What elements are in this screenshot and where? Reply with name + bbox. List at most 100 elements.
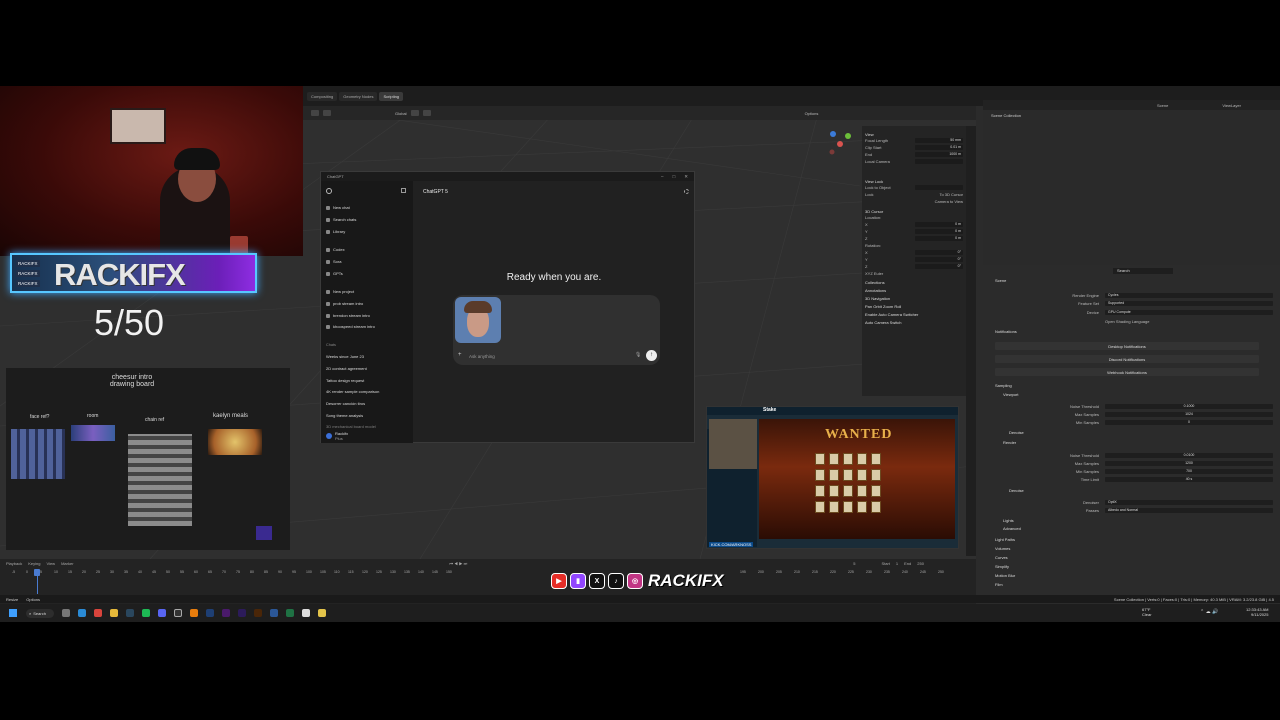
add-attachment-icon[interactable]: +: [458, 352, 462, 358]
maximize-icon[interactable]: □: [673, 174, 676, 180]
loc-z-field[interactable]: 0 m: [915, 236, 963, 241]
clip-end-field[interactable]: 1000 m: [915, 152, 963, 157]
weather-widget[interactable]: 67°F Clear: [1142, 607, 1152, 617]
start-field[interactable]: 1: [896, 561, 898, 566]
sidebar-toggle-icon[interactable]: [401, 188, 406, 193]
library-item[interactable]: Library: [326, 229, 345, 234]
chat-item-3[interactable]: Tattoo design request: [326, 378, 364, 383]
file-explorer-icon[interactable]: [110, 609, 118, 617]
pan-orbit-panel[interactable]: Pan Orbit Zoom Roll: [865, 304, 963, 309]
tab-compositing[interactable]: Compositing: [307, 91, 338, 101]
light-paths-section[interactable]: Light Paths: [995, 537, 1015, 543]
purple-figure-image[interactable]: [256, 526, 272, 540]
desktop-notifications-button[interactable]: Desktop Notifications: [995, 342, 1259, 350]
gpts-item[interactable]: GPTs: [326, 271, 343, 276]
loc-y-field[interactable]: 0 m: [915, 229, 963, 234]
mode-icon[interactable]: [311, 110, 319, 116]
scene-collection-item[interactable]: Scene Collection: [983, 110, 1280, 121]
spotify-icon[interactable]: [142, 609, 150, 617]
taskbar-search[interactable]: ⌕ Search: [26, 608, 54, 618]
kaelyn-meals-image[interactable]: [208, 429, 262, 455]
playback-controls[interactable]: ⏮ ◀ ▶ ⏭: [450, 561, 468, 566]
codex-item[interactable]: Codex: [326, 247, 345, 252]
loc-x-field[interactable]: 0 m: [915, 222, 963, 227]
discord-icon[interactable]: [158, 609, 166, 617]
minimize-icon[interactable]: –: [661, 174, 664, 180]
slot-game[interactable]: WANTED: [759, 419, 955, 539]
film-section[interactable]: Film: [995, 582, 1003, 588]
lights-subsection[interactable]: Lights: [1003, 518, 1014, 524]
feature-set-select[interactable]: Supported: [1105, 300, 1273, 306]
taskbar-clock[interactable]: 12:33:43 AM 9/11/2025: [1246, 607, 1268, 617]
r-min-samples-field[interactable]: 700: [1105, 468, 1273, 474]
vp-noise-threshold-field[interactable]: 0.1000: [1105, 403, 1273, 409]
playhead[interactable]: [34, 569, 40, 576]
playback-menu[interactable]: Playback: [6, 561, 22, 566]
sora-item[interactable]: Sora: [326, 259, 341, 264]
openai-logo-icon[interactable]: [326, 188, 332, 194]
steam-icon[interactable]: [126, 609, 134, 617]
excel-icon[interactable]: [286, 609, 294, 617]
navigation-gizmo[interactable]: [829, 131, 852, 155]
render-subsection[interactable]: Render: [1003, 440, 1016, 446]
view-icon[interactable]: [323, 110, 331, 116]
chat-item-5[interactable]: Desorrer canción tiros: [326, 401, 365, 406]
temporary-chat-icon[interactable]: [684, 189, 689, 194]
project-item-2[interactable]: brendon stream intro: [326, 313, 370, 318]
new-project-item[interactable]: New project: [326, 289, 354, 294]
webhook-notifications-button[interactable]: Webhook Notifications: [995, 368, 1259, 376]
viewport-subsection[interactable]: Viewport: [1003, 392, 1019, 398]
chat-item-1[interactable]: Weeks since June 23: [326, 354, 364, 359]
auto-camera-switch-checkbox[interactable]: Auto Camera Switch: [865, 320, 963, 325]
new-chat-item[interactable]: New chat: [326, 205, 350, 210]
chat-item-6[interactable]: Song theme analysis: [326, 413, 363, 418]
rot-y-field[interactable]: 0°: [915, 257, 963, 262]
curves-section[interactable]: Curves: [995, 555, 1008, 561]
motion-blur-section[interactable]: Motion Blur: [995, 573, 1015, 579]
denoiser-select[interactable]: OptiX: [1105, 499, 1273, 505]
vp-min-samples-field[interactable]: 0: [1105, 419, 1273, 425]
r-denoise-subsection[interactable]: Denoise: [1009, 488, 1024, 494]
view-menu[interactable]: View: [46, 561, 55, 566]
r-max-samples-field[interactable]: 1200: [1105, 460, 1273, 466]
task-view-icon[interactable]: [62, 609, 70, 617]
windows-start-icon[interactable]: [9, 609, 17, 617]
osl-checkbox[interactable]: Open Shading Language: [1105, 319, 1149, 324]
illustrator-icon[interactable]: [254, 609, 262, 617]
sampling-section[interactable]: Sampling: [995, 383, 1012, 389]
chat-item-7[interactable]: 3D mechanical board model: [326, 424, 376, 429]
premiere-icon[interactable]: [222, 609, 230, 617]
system-tray-icons[interactable]: ⌃ ☁ 🔊: [1200, 609, 1218, 615]
vp-denoise-subsection[interactable]: Denoise: [1009, 430, 1024, 436]
blender-icon[interactable]: [190, 609, 198, 617]
send-icon[interactable]: ↑: [646, 350, 657, 361]
rotation-mode-select[interactable]: XYZ Euler: [865, 271, 883, 276]
word-icon[interactable]: [270, 609, 278, 617]
viewport-options[interactable]: Options: [805, 111, 819, 116]
model-selector[interactable]: ChatGPT 5: [423, 189, 448, 195]
properties-search[interactable]: Search: [1113, 268, 1173, 274]
lock-to-cursor-checkbox[interactable]: To 3D Cursor: [939, 192, 963, 197]
chrome-icon[interactable]: [94, 609, 102, 617]
user-account[interactable]: Rackifx Plus: [326, 431, 348, 441]
microphone-icon[interactable]: 🎙: [635, 352, 641, 358]
search-chats-item[interactable]: Search chats: [326, 217, 356, 222]
photoshop-icon[interactable]: [206, 609, 214, 617]
sidebar-vertical-tabs[interactable]: [966, 126, 976, 556]
prompt-composer[interactable]: + Ask anything 🎙 ↑: [453, 295, 660, 365]
chat-item-2[interactable]: 2D contract agreement: [326, 366, 367, 371]
local-camera-field[interactable]: [915, 159, 963, 164]
chat-item-4[interactable]: 4K render sample comparison: [326, 389, 379, 394]
orientation-select[interactable]: Global: [395, 111, 407, 116]
auto-camera-switcher-panel[interactable]: Enable Auto Camera Switcher: [865, 312, 963, 317]
timeline-ruler[interactable]: -5 0 5 10 15 20 25 30 35 40 45 50 55 60 65 70 75 80 85 90 95…: [0, 569, 976, 577]
current-frame-field[interactable]: 5: [853, 561, 855, 566]
tab-scripting[interactable]: Scripting: [379, 91, 404, 101]
view-layer-select[interactable]: ViewLayer: [1222, 103, 1241, 108]
time-limit-field[interactable]: 40 s: [1105, 476, 1273, 482]
marker-menu[interactable]: Marker: [61, 561, 73, 566]
device-select[interactable]: GPU Compute: [1105, 309, 1273, 315]
clip-start-field[interactable]: 0.01 m: [915, 145, 963, 150]
volumes-section[interactable]: Volumes: [995, 546, 1010, 552]
project-item-1[interactable]: prob stream intro: [326, 301, 363, 306]
